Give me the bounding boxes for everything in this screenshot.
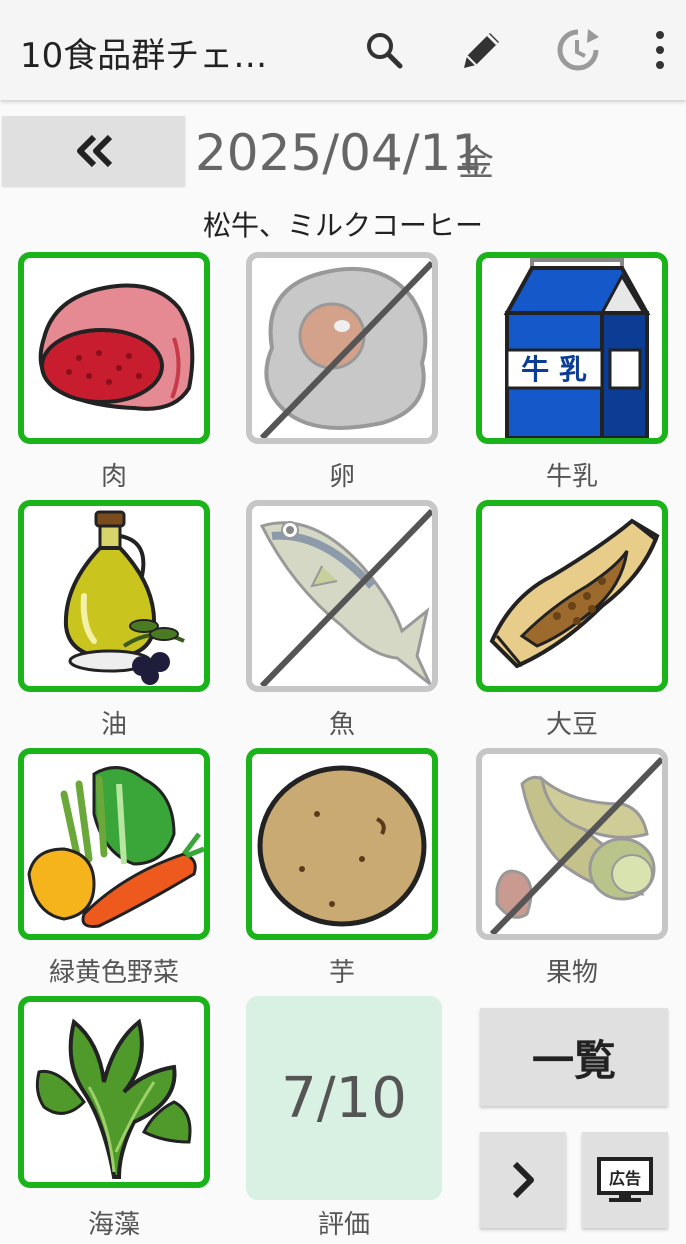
meat-icon bbox=[38, 283, 195, 411]
app-bar: 10食品群チェ… bbox=[0, 0, 686, 100]
food-tile-veg[interactable] bbox=[18, 748, 210, 940]
score-box: 7/10 bbox=[246, 996, 442, 1200]
food-label: 肉 bbox=[100, 462, 127, 492]
food-tile-oil[interactable] bbox=[18, 500, 210, 692]
food-label: 卵 bbox=[328, 462, 355, 492]
score-label: 評価 bbox=[317, 1210, 370, 1240]
food-label: 大豆 bbox=[545, 710, 598, 740]
food-label: 芋 bbox=[328, 958, 355, 988]
egg-icon bbox=[259, 260, 432, 438]
ad-text: 広告 bbox=[609, 1169, 641, 1188]
double-chevron-left-icon bbox=[76, 134, 112, 168]
pencil-icon[interactable] bbox=[454, 22, 510, 78]
prev-day-button[interactable] bbox=[2, 116, 185, 186]
search-icon[interactable] bbox=[356, 22, 412, 78]
next-day-button[interactable] bbox=[480, 1132, 566, 1228]
food-label: 海藻 bbox=[87, 1210, 140, 1240]
food-tile-egg[interactable] bbox=[246, 252, 438, 444]
list-button[interactable]: 一覧 bbox=[480, 1008, 668, 1106]
potato-icon bbox=[257, 765, 427, 927]
score-value: 7/10 bbox=[281, 1065, 407, 1131]
monitor-ad-icon: 広告 bbox=[597, 1157, 653, 1202]
milk-carton-icon: 牛 乳 bbox=[503, 258, 651, 438]
food-label: 魚 bbox=[328, 710, 355, 740]
olive-oil-icon bbox=[63, 510, 185, 685]
seaweed-icon bbox=[35, 1018, 192, 1179]
vegetables-icon bbox=[27, 766, 204, 928]
chevron-right-icon bbox=[512, 1161, 534, 1199]
date-display[interactable]: 2025/04/11 bbox=[195, 124, 483, 182]
food-label: 油 bbox=[100, 710, 127, 740]
milk-carton-text: 牛 乳 bbox=[521, 353, 587, 386]
food-tile-fish[interactable] bbox=[246, 500, 438, 692]
natto-icon bbox=[489, 518, 660, 669]
food-tile-potato[interactable] bbox=[246, 748, 438, 940]
weekday-display: 金 bbox=[458, 143, 495, 184]
food-tile-meat[interactable] bbox=[18, 252, 210, 444]
food-tile-seaweed[interactable] bbox=[18, 996, 210, 1188]
food-tile-soy[interactable] bbox=[476, 500, 668, 692]
food-tile-milk[interactable]: 牛 乳 bbox=[476, 252, 668, 444]
history-icon[interactable] bbox=[550, 22, 606, 78]
fish-icon bbox=[259, 508, 432, 686]
food-label: 牛乳 bbox=[545, 462, 598, 492]
food-tile-fruit[interactable] bbox=[476, 748, 668, 940]
food-label: 果物 bbox=[545, 958, 598, 988]
memo-text[interactable]: 松牛、ミルクコーヒー bbox=[0, 204, 686, 244]
ad-button[interactable]: 広告 bbox=[582, 1132, 668, 1228]
food-label: 緑黄色野菜 bbox=[48, 958, 179, 988]
more-vert-icon[interactable] bbox=[632, 22, 686, 78]
fruit-icon bbox=[489, 756, 662, 934]
app-title: 10食品群チェ… bbox=[20, 36, 268, 76]
